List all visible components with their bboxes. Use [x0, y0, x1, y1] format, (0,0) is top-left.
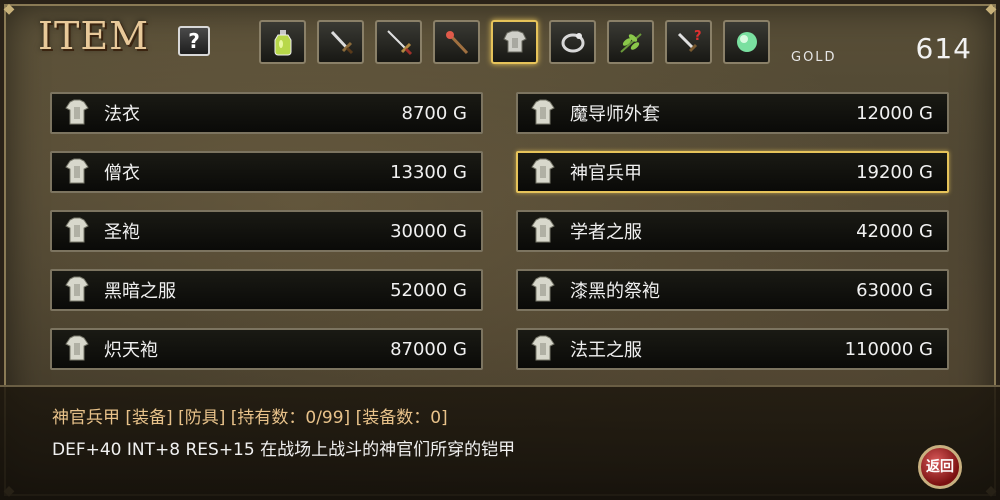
item-name: 神官兵甲 — [570, 163, 642, 184]
armor-icon — [65, 276, 89, 302]
tab-unknown[interactable]: ? — [665, 20, 712, 64]
unknown-weapon-icon: ? — [677, 29, 702, 53]
armor-icon — [65, 217, 89, 243]
item-name: 僧衣 — [104, 163, 140, 184]
armor-icon — [531, 276, 555, 302]
item-price: 63000 G — [856, 279, 933, 301]
orb-icon — [736, 32, 757, 52]
item-name: 圣袍 — [104, 222, 140, 243]
item-row[interactable]: 黑暗之服 52000 G — [50, 269, 483, 311]
item-price: 13300 G — [390, 161, 467, 183]
tab-staves[interactable] — [433, 20, 480, 64]
item-price: 8700 G — [401, 102, 467, 124]
item-description-panel: 神官兵甲 [装备] [防具] [持有数：0/99] [装备数：0] DEF+40… — [0, 385, 1000, 500]
svg-text:?: ? — [694, 29, 702, 44]
item-price: 42000 G — [856, 220, 933, 242]
page-title: ITEM — [38, 14, 150, 58]
item-price: 19200 G — [856, 161, 933, 183]
item-row[interactable]: 学者之服 42000 G — [516, 210, 949, 252]
item-name: 魔导师外套 — [570, 104, 660, 125]
item-name: 黑暗之服 — [104, 281, 176, 302]
tab-rapiers[interactable] — [375, 20, 422, 64]
item-price: 87000 G — [390, 338, 467, 360]
item-info-line: 神官兵甲 [装备] [防具] [持有数：0/99] [装备数：0] — [52, 408, 448, 428]
potion-icon — [274, 30, 291, 56]
item-row[interactable]: 漆黑的祭袍 63000 G — [516, 269, 949, 311]
item-name: 法王之服 — [570, 340, 642, 361]
item-row[interactable]: 炽天袍 87000 G — [50, 328, 483, 370]
item-price: 12000 G — [856, 102, 933, 124]
item-name: 学者之服 — [570, 222, 642, 243]
tab-accessories[interactable] — [549, 20, 596, 64]
tab-gems[interactable] — [723, 20, 770, 64]
rapier-icon — [386, 30, 412, 56]
item-row[interactable]: 法衣 8700 G — [50, 92, 483, 134]
item-name: 炽天袍 — [104, 340, 158, 361]
armor-icon — [65, 99, 89, 125]
ring-icon — [561, 33, 584, 53]
item-name: 漆黑的祭袍 — [570, 281, 660, 302]
back-button[interactable]: 返回 — [918, 445, 962, 489]
item-shop-screen: ◆ ◆ ◆ ◆ ITEM ? — [0, 0, 1000, 500]
gold-label: GOLD — [791, 50, 837, 65]
tab-swords[interactable] — [317, 20, 364, 64]
item-effect-line: DEF+40 INT+8 RES+15 在战场上战斗的神官们所穿的铠甲 — [52, 440, 516, 460]
armor-icon — [531, 158, 555, 184]
herb-icon — [619, 33, 642, 53]
item-name: 法衣 — [104, 104, 140, 125]
tab-armor[interactable] — [491, 20, 538, 64]
tab-materials[interactable] — [607, 20, 654, 64]
item-row[interactable]: 僧衣 13300 G — [50, 151, 483, 193]
frame-corner-ornament: ◆ — [3, 1, 15, 17]
help-button[interactable]: ? — [178, 26, 210, 56]
item-row[interactable]: 神官兵甲 19200 G — [516, 151, 949, 193]
item-row[interactable]: 圣袍 30000 G — [50, 210, 483, 252]
item-list: 法衣 8700 G 魔导师外套 12000 G 僧衣 13300 G 神官兵甲 19200 G… — [50, 92, 950, 370]
item-row[interactable]: 法王之服 110000 G — [516, 328, 949, 370]
armor-icon — [502, 30, 527, 53]
armor-icon — [531, 99, 555, 125]
frame-corner-ornament: ◆ — [985, 1, 997, 17]
armor-icon — [531, 335, 555, 361]
armor-icon — [65, 158, 89, 184]
item-row[interactable]: 魔导师外套 12000 G — [516, 92, 949, 134]
category-tabs: ? — [259, 20, 770, 64]
item-price: 110000 G — [844, 338, 933, 360]
staff-icon — [445, 31, 468, 55]
armor-icon — [531, 217, 555, 243]
item-price: 30000 G — [390, 220, 467, 242]
item-price: 52000 G — [390, 279, 467, 301]
sword-icon — [330, 30, 353, 55]
tab-consumables[interactable] — [259, 20, 306, 64]
gold-amount: 614 — [915, 32, 972, 65]
armor-icon — [65, 335, 89, 361]
